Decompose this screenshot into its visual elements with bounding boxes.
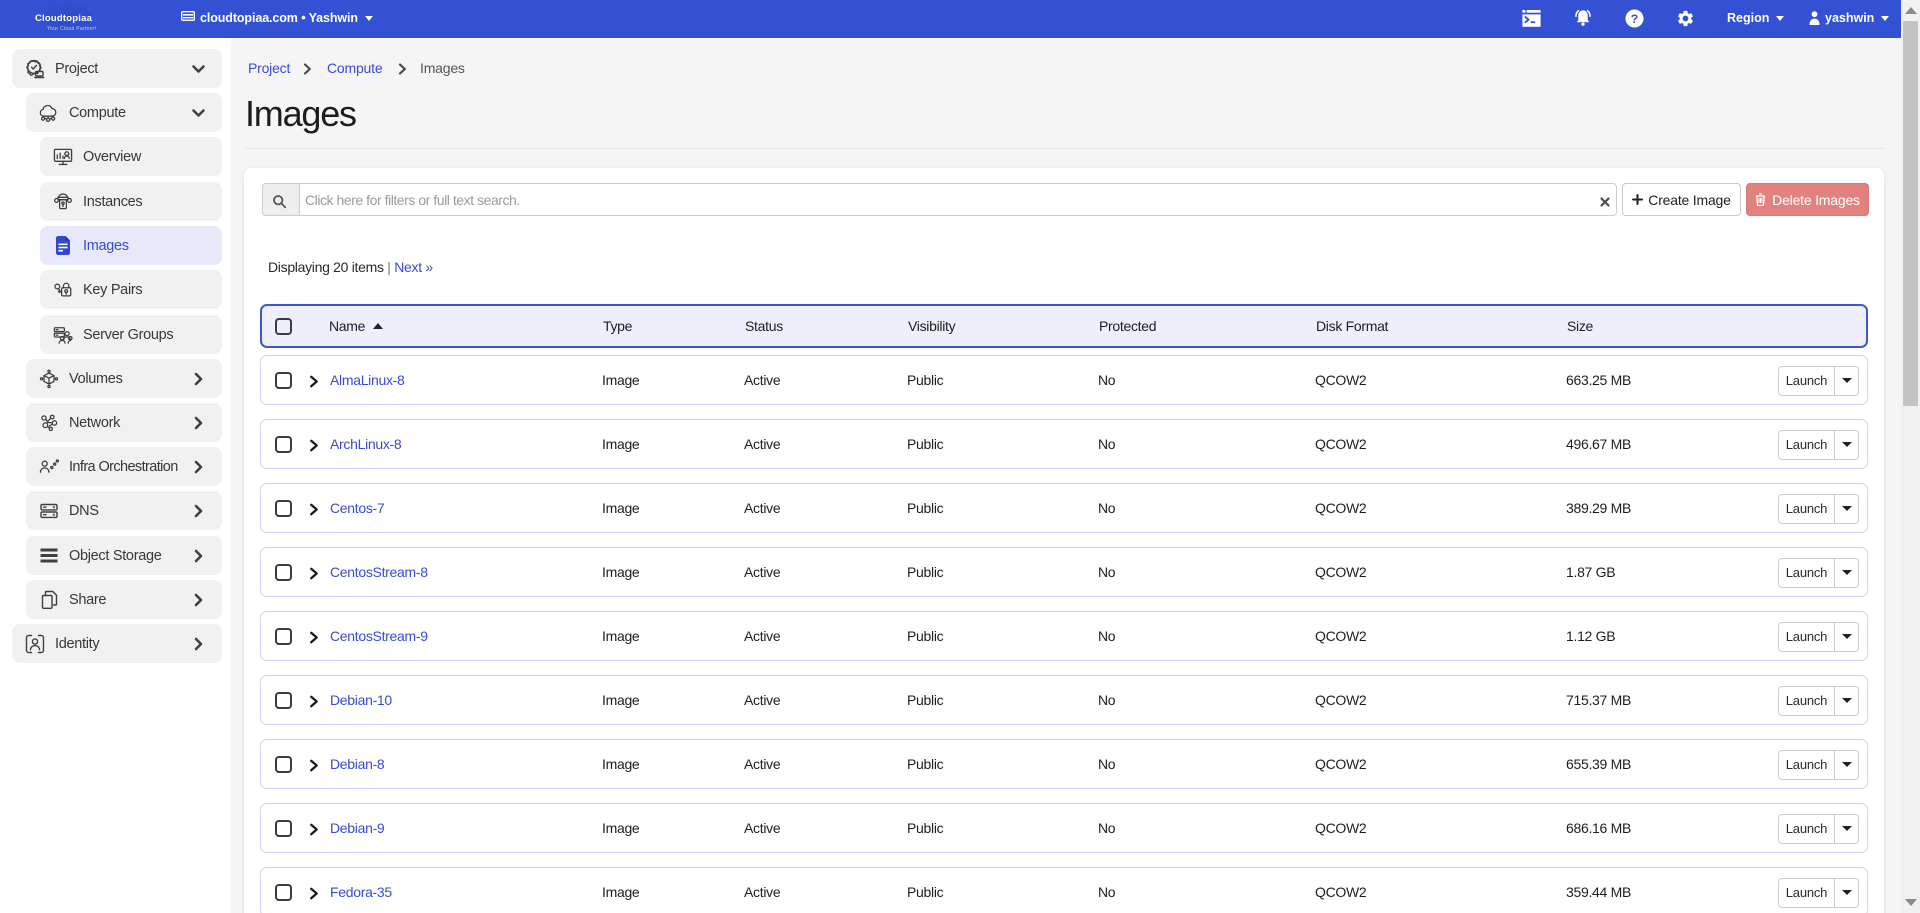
svg-text:?: ? (1631, 12, 1638, 26)
